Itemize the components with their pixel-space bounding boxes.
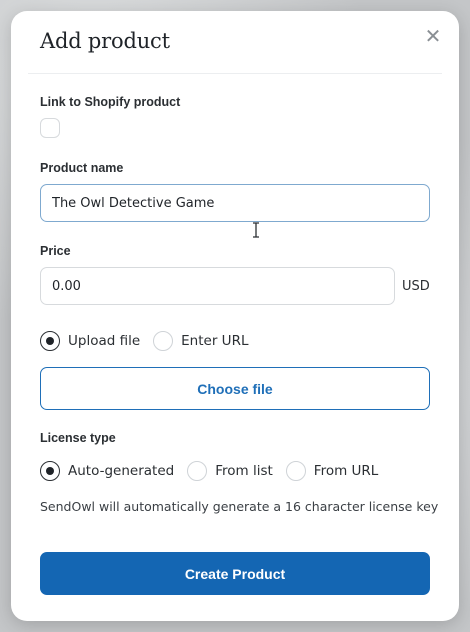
modal-title: Add product — [40, 29, 170, 53]
from-url-label: From URL — [313, 463, 379, 479]
upload-file-radio[interactable] — [40, 331, 60, 351]
enter-url-radio[interactable] — [153, 331, 174, 351]
text-cursor-icon — [253, 222, 259, 238]
license-type-radio-group: Auto-generated From list From URL — [40, 461, 391, 481]
product-name-label: Product name — [40, 161, 124, 175]
from-url-radio[interactable] — [285, 461, 306, 481]
close-icon[interactable]: ✕ — [423, 27, 443, 47]
price-input[interactable] — [40, 267, 395, 305]
auto-generated-radio[interactable] — [40, 461, 60, 481]
from-list-option[interactable]: From list — [187, 461, 273, 481]
upload-file-label: Upload file — [68, 333, 141, 349]
shopify-link-checkbox[interactable] — [40, 118, 60, 138]
auto-generated-label: Auto-generated — [68, 463, 175, 479]
currency-label: USD — [402, 279, 430, 294]
shopify-link-label: Link to Shopify product — [40, 95, 181, 109]
license-help-text: SendOwl will automatically generate a 16… — [40, 499, 439, 514]
license-type-label: License type — [40, 431, 116, 445]
from-list-radio[interactable] — [187, 461, 208, 481]
file-source-radio-group: Upload file Enter URL — [40, 331, 261, 351]
add-product-modal: Add product ✕ Link to Shopify product Pr… — [11, 11, 459, 621]
enter-url-label: Enter URL — [181, 333, 249, 349]
price-label: Price — [40, 244, 71, 258]
header-divider — [28, 73, 442, 74]
from-list-label: From list — [215, 463, 273, 479]
upload-file-option[interactable]: Upload file — [40, 331, 140, 351]
choose-file-button[interactable]: Choose file — [40, 367, 430, 410]
product-name-input[interactable] — [40, 184, 430, 222]
enter-url-option[interactable]: Enter URL — [153, 331, 248, 351]
create-product-button[interactable]: Create Product — [40, 552, 430, 595]
auto-generated-option[interactable]: Auto-generated — [40, 461, 174, 481]
from-url-option[interactable]: From URL — [285, 461, 379, 481]
